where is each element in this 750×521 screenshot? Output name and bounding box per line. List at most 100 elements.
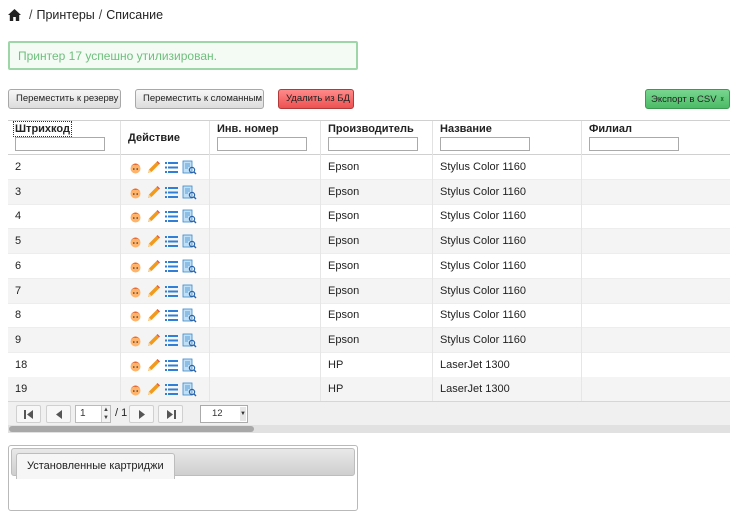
edit-pencil-icon[interactable] [146, 333, 161, 348]
table-row[interactable]: 6 Epson Stylus Color 1160 [8, 253, 730, 279]
column-header-inv-number[interactable]: Инв. номер [210, 121, 321, 155]
vendor-filter-input[interactable] [328, 137, 418, 151]
branch-filter-input[interactable] [589, 137, 679, 151]
export-csv-label: Экспорт в CSV [651, 93, 717, 105]
list-icon[interactable] [164, 308, 179, 323]
vendor-cell: Epson [321, 204, 433, 230]
delete-from-db-button[interactable]: Удалить из БД [278, 89, 354, 109]
person-icon[interactable] [128, 308, 143, 323]
edit-pencil-icon[interactable] [146, 382, 161, 397]
search-document-icon[interactable] [182, 185, 197, 200]
column-header-action: Действие [121, 121, 210, 155]
column-title-inv-number[interactable]: Инв. номер [217, 123, 279, 135]
horizontal-scrollbar[interactable] [8, 425, 730, 433]
edit-pencil-icon[interactable] [146, 284, 161, 299]
action-cell [121, 229, 210, 255]
table-row[interactable]: 8 Epson Stylus Color 1160 [8, 303, 730, 329]
first-page-button[interactable] [16, 405, 41, 423]
chevron-down-icon: ▼ [240, 407, 246, 421]
list-icon[interactable] [164, 382, 179, 397]
column-header-branch[interactable]: Филиал [582, 121, 730, 155]
search-document-icon[interactable] [182, 284, 197, 299]
list-icon[interactable] [164, 209, 179, 224]
person-icon[interactable] [128, 209, 143, 224]
branch-cell [582, 254, 730, 279]
list-icon[interactable] [164, 234, 179, 249]
column-header-vendor[interactable]: Производитель [321, 121, 433, 155]
person-icon[interactable] [128, 333, 143, 348]
edit-pencil-icon[interactable] [146, 234, 161, 249]
person-icon[interactable] [128, 185, 143, 200]
column-title-vendor[interactable]: Производитель [328, 123, 414, 135]
edit-pencil-icon[interactable] [146, 209, 161, 224]
list-icon[interactable] [164, 284, 179, 299]
list-icon[interactable] [164, 160, 179, 175]
move-to-broken-button[interactable]: Переместить к сломанным [135, 89, 264, 109]
search-document-icon[interactable] [182, 209, 197, 224]
table-row[interactable]: 4 Epson Stylus Color 1160 [8, 204, 730, 230]
list-icon[interactable] [164, 259, 179, 274]
person-icon[interactable] [128, 358, 143, 373]
search-document-icon[interactable] [182, 308, 197, 323]
person-icon[interactable] [128, 284, 143, 299]
column-title-branch[interactable]: Филиал [589, 123, 632, 135]
table-row[interactable]: 9 Epson Stylus Color 1160 [8, 327, 730, 353]
person-icon[interactable] [128, 160, 143, 175]
action-cell [121, 303, 210, 329]
breadcrumb-printers[interactable]: Принтеры [36, 8, 94, 22]
table-row[interactable]: 19 HP LaserJet 1300 [8, 377, 730, 403]
edit-pencil-icon[interactable] [146, 185, 161, 200]
search-document-icon[interactable] [182, 160, 197, 175]
inv-number-filter-input[interactable] [217, 137, 307, 151]
list-icon[interactable] [164, 333, 179, 348]
name-cell: Stylus Color 1160 [433, 155, 582, 180]
inv-number-cell [210, 278, 321, 304]
edit-pencil-icon[interactable] [146, 358, 161, 373]
column-header-barcode[interactable]: Штрихкод [8, 121, 121, 155]
page-spinner-icon[interactable]: ▲ ▼ [101, 406, 110, 422]
branch-cell [582, 328, 730, 353]
next-page-button[interactable] [129, 405, 154, 423]
edit-pencil-icon[interactable] [146, 308, 161, 323]
action-cell [121, 327, 210, 353]
prev-page-button[interactable] [46, 405, 71, 423]
vendor-cell: Epson [321, 303, 433, 329]
scrollbar-thumb[interactable] [9, 426, 254, 432]
inv-number-cell [210, 204, 321, 230]
table-row[interactable]: 5 Epson Stylus Color 1160 [8, 229, 730, 255]
list-icon[interactable] [164, 358, 179, 373]
person-icon[interactable] [128, 259, 143, 274]
table-row[interactable]: 3 Epson Stylus Color 1160 [8, 179, 730, 205]
table-row[interactable]: 7 Epson Stylus Color 1160 [8, 278, 730, 304]
column-title-name[interactable]: Название [440, 123, 492, 135]
page-number-input[interactable]: 1 ▲ ▼ [75, 405, 111, 423]
name-filter-input[interactable] [440, 137, 530, 151]
vendor-cell: Epson [321, 253, 433, 279]
search-document-icon[interactable] [182, 382, 197, 397]
search-document-icon[interactable] [182, 358, 197, 373]
table-row[interactable]: 2 Epson Stylus Color 1160 [8, 155, 730, 180]
search-document-icon[interactable] [182, 333, 197, 348]
column-header-name[interactable]: Название [433, 121, 582, 155]
inv-number-cell [210, 377, 321, 403]
search-document-icon[interactable] [182, 234, 197, 249]
home-icon[interactable] [8, 9, 21, 21]
page-size-select[interactable]: 12 ▼ [200, 405, 248, 423]
table-row[interactable]: 18 HP LaserJet 1300 [8, 352, 730, 378]
tab-installed-cartridges[interactable]: Установленные картриджи [16, 453, 175, 479]
export-csv-button[interactable]: Экспорт в CSV [645, 89, 730, 109]
barcode-cell: 7 [8, 278, 121, 304]
person-icon[interactable] [128, 234, 143, 249]
breadcrumb-writeoff: Списание [106, 8, 164, 22]
column-title-barcode[interactable]: Штрихкод [13, 121, 72, 137]
edit-pencil-icon[interactable] [146, 259, 161, 274]
barcode-filter-input[interactable] [15, 137, 105, 151]
move-to-reserve-button[interactable]: Переместить к резерву [8, 89, 121, 109]
person-icon[interactable] [128, 382, 143, 397]
list-icon[interactable] [164, 185, 179, 200]
last-page-button[interactable] [158, 405, 183, 423]
action-cell [121, 278, 210, 304]
name-cell: LaserJet 1300 [433, 352, 582, 378]
search-document-icon[interactable] [182, 259, 197, 274]
edit-pencil-icon[interactable] [146, 160, 161, 175]
